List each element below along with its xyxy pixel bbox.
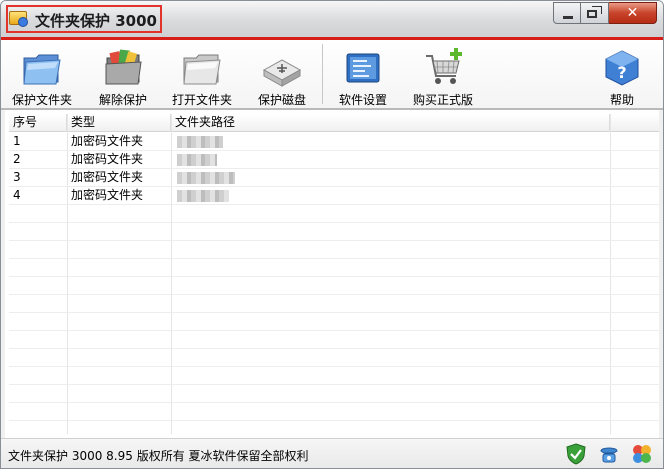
empty-row (9, 259, 659, 277)
empty-row (9, 385, 659, 403)
copyright-text: 文件夹保护 3000 8.95 版权所有 夏冰软件保留全部权利 (8, 449, 309, 463)
protect-folder-button[interactable]: 保护文件夹 (7, 40, 77, 108)
empty-row (9, 367, 659, 385)
table-body: 1 加密码文件夹 2 加密码文件夹 3 加密码文件夹 4 加密码文件夹 (9, 133, 659, 421)
empty-row (9, 223, 659, 241)
empty-row (9, 403, 659, 421)
column-header-index[interactable]: 序号 (9, 114, 67, 132)
redacted-path (177, 190, 229, 202)
buy-full-version-label: 购买正式版 (412, 93, 473, 107)
row-type: 加密码文件夹 (71, 170, 144, 184)
unprotect-label: 解除保护 (98, 93, 147, 107)
table-row[interactable]: 2 加密码文件夹 (9, 151, 659, 169)
restore-icon (587, 10, 597, 18)
open-folder-label: 打开文件夹 (171, 93, 232, 107)
redacted-path (177, 172, 235, 184)
unprotect-folder-icon (105, 49, 142, 85)
column-header-spare (610, 114, 659, 132)
settings-button[interactable]: 软件设置 (335, 40, 391, 108)
close-button[interactable]: ✕ (609, 2, 657, 24)
shopping-cart-icon (426, 48, 462, 84)
row-index: 4 (13, 188, 21, 202)
phone-icon[interactable] (598, 443, 620, 465)
protect-disk-button[interactable]: 保护磁盘 (252, 40, 312, 108)
open-folder-button[interactable]: 打开文件夹 (167, 40, 237, 108)
close-icon: ✕ (626, 5, 639, 21)
table-row[interactable]: 4 加密码文件夹 (9, 187, 659, 205)
help-label: 帮助 (609, 93, 634, 107)
folder-table[interactable]: 序号 类型 文件夹路径 1 加密码文件夹 2 加密码文件夹 3 加密码文件夹 4… (1, 110, 663, 438)
help-button[interactable]: ? 帮助 (598, 40, 646, 108)
empty-row (9, 349, 659, 367)
empty-row (9, 241, 659, 259)
restore-button[interactable] (581, 2, 609, 24)
column-header-path[interactable]: 文件夹路径 (171, 114, 610, 132)
open-folder-icon (183, 54, 221, 85)
toolbar: 保护文件夹 解除保护 打开文件夹 保护磁盘 软件设置 购买正式版 ? 帮助 (1, 40, 663, 108)
empty-row (9, 331, 659, 349)
empty-row (9, 277, 659, 295)
toolbar-separator (322, 44, 323, 104)
table-row[interactable]: 1 加密码文件夹 (9, 133, 659, 151)
window-title: 文件夹保护 3000 (35, 12, 157, 30)
row-index: 1 (13, 134, 21, 148)
row-index: 2 (13, 152, 21, 166)
empty-row (9, 205, 659, 223)
redacted-path (177, 154, 217, 166)
unprotect-button[interactable]: 解除保护 (90, 40, 156, 108)
row-type: 加密码文件夹 (71, 134, 144, 148)
minimize-icon (563, 16, 573, 19)
row-index: 3 (13, 170, 21, 184)
row-type: 加密码文件夹 (71, 188, 144, 202)
clover-icon[interactable] (631, 443, 653, 465)
window-controls: ✕ (553, 2, 657, 24)
protect-folder-label: 保护文件夹 (11, 93, 72, 107)
redacted-path (177, 136, 223, 148)
protect-disk-icon (262, 59, 302, 87)
status-bar: 文件夹保护 3000 8.95 版权所有 夏冰软件保留全部权利 (1, 438, 663, 468)
buy-full-version-button[interactable]: 购买正式版 (407, 40, 479, 108)
table-header: 序号 类型 文件夹路径 (9, 114, 659, 132)
svg-text:?: ? (617, 63, 626, 82)
settings-icon (346, 53, 380, 83)
protect-folder-icon (23, 54, 61, 85)
settings-label: 软件设置 (338, 93, 387, 107)
table-row[interactable]: 3 加密码文件夹 (9, 169, 659, 187)
protect-disk-label: 保护磁盘 (257, 93, 306, 107)
shield-check-icon[interactable] (565, 443, 587, 465)
empty-row (9, 313, 659, 331)
title-bar[interactable]: 文件夹保护 3000 ✕ (1, 1, 663, 37)
minimize-button[interactable] (553, 2, 581, 24)
empty-row (9, 295, 659, 313)
row-type: 加密码文件夹 (71, 152, 144, 166)
app-window: 文件夹保护 3000 ✕ 保护文件夹 解除保护 打开文件夹 保护磁盘 软件设置 … (0, 0, 664, 469)
column-header-type[interactable]: 类型 (67, 114, 171, 132)
app-logo-icon (9, 11, 28, 27)
help-icon: ? (605, 50, 639, 86)
